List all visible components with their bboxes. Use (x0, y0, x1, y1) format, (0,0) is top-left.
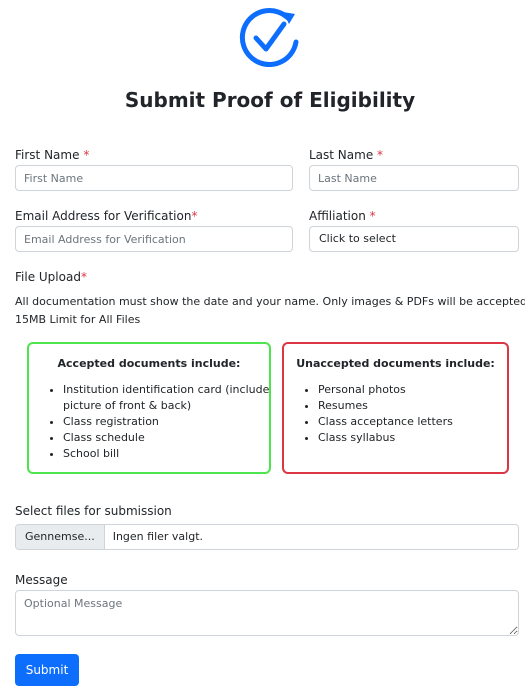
select-files-label: Select files for submission (15, 504, 172, 518)
required-marker: * (80, 270, 87, 284)
list-item: Personal photos (318, 382, 523, 398)
submit-button[interactable]: Submit (15, 654, 79, 686)
accepted-documents-list: Institution identification card (include… (45, 382, 285, 462)
list-item: Class registration (63, 414, 285, 430)
last-name-input[interactable] (309, 165, 519, 191)
last-name-label: Last Name * (309, 148, 383, 162)
unaccepted-documents-title: Unaccepted documents include: (296, 357, 495, 370)
file-status: Ingen filer valgt. (112, 530, 204, 543)
required-marker: * (377, 148, 384, 162)
list-item: Institution identification card (include… (63, 382, 285, 414)
first-name-input[interactable] (15, 165, 293, 191)
required-marker: * (369, 209, 376, 223)
list-item: Class syllabus (318, 430, 523, 446)
unaccepted-documents-box: Unaccepted documents include: Personal p… (282, 342, 509, 474)
first-name-label: First Name * (15, 148, 89, 162)
affiliation-label-text: Affiliation (309, 209, 366, 223)
browse-button[interactable]: Gennemse... (16, 525, 105, 549)
message-textarea[interactable] (15, 590, 519, 636)
file-upload-label-text: File Upload (15, 270, 81, 284)
file-input[interactable]: Gennemse... Ingen filer valgt. (15, 524, 519, 550)
circular-check-icon (239, 8, 299, 68)
email-label: Email Address for Verification* (15, 209, 197, 223)
email-input[interactable] (15, 226, 293, 252)
last-name-label-text: Last Name (309, 148, 374, 162)
message-label: Message (15, 573, 68, 587)
list-item: Class acceptance letters (318, 414, 523, 430)
affiliation-label: Affiliation * (309, 209, 376, 223)
file-upload-label: File Upload* (15, 270, 87, 284)
email-label-text: Email Address for Verification (15, 209, 192, 223)
unaccepted-documents-list: Personal photos Resumes Class acceptance… (300, 382, 523, 446)
accepted-documents-title: Accepted documents include: (57, 357, 241, 370)
required-marker: * (83, 148, 90, 162)
first-name-label-text: First Name (15, 148, 80, 162)
list-item: Resumes (318, 398, 523, 414)
file-size-limit: 15MB Limit for All Files (15, 313, 141, 326)
file-upload-note: All documentation must show the date and… (15, 295, 525, 308)
affiliation-select[interactable]: Click to select (309, 226, 519, 252)
list-item: Class schedule (63, 430, 285, 446)
page-title: Submit Proof of Eligibility (124, 88, 416, 112)
accepted-documents-box: Accepted documents include: Institution … (27, 342, 271, 474)
required-marker: * (191, 209, 198, 223)
list-item: School bill (63, 446, 285, 462)
